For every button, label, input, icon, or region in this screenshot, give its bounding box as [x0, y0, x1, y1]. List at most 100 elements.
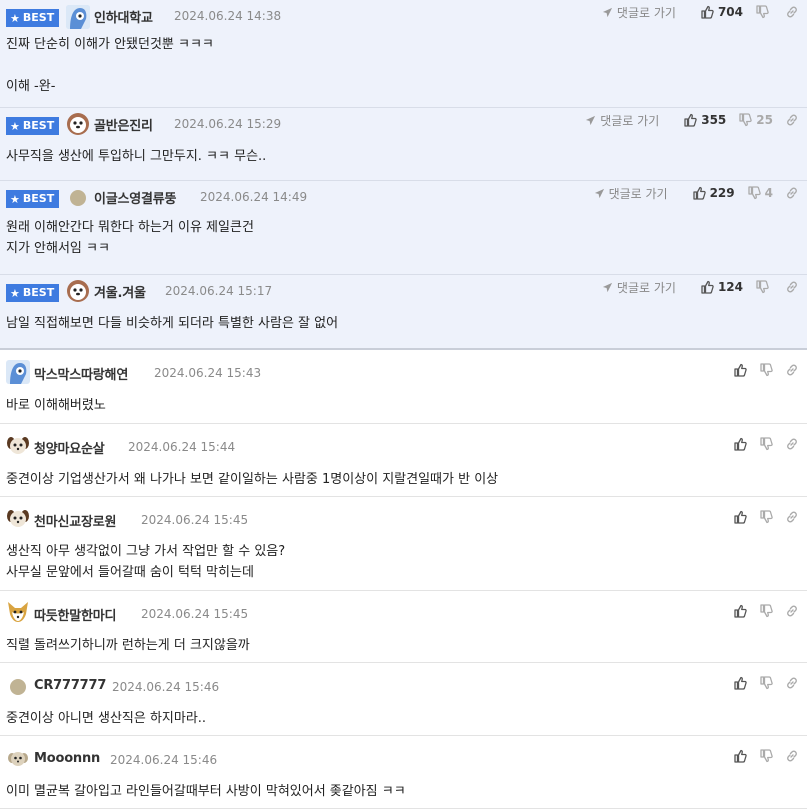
- link-icon: [785, 363, 799, 377]
- like-button[interactable]: 124: [700, 280, 743, 294]
- reply-link[interactable]: 댓글로 가기: [594, 185, 668, 202]
- share-link-button[interactable]: [785, 749, 799, 763]
- avatar: [66, 5, 90, 29]
- share-link-button[interactable]: [785, 113, 799, 127]
- dislike-button[interactable]: [759, 749, 773, 763]
- thumbs-down-icon: [759, 437, 773, 451]
- nickname[interactable]: 겨울.겨울: [94, 282, 146, 301]
- comment-text: 이미 멸균복 갈아입고 라인들어갈때부터 사방이 막혀있어서 좆같아짐 ㅋㅋ: [6, 784, 406, 799]
- reply-arrow-icon: [594, 188, 605, 199]
- link-icon: [785, 604, 799, 618]
- like-button[interactable]: [733, 676, 747, 690]
- avatar: [66, 111, 90, 135]
- best-comment: ★ BEST 겨울.겨울 2024.06.24 15:17 댓글로 가기 124 …: [0, 275, 807, 350]
- dislike-button[interactable]: [759, 437, 773, 451]
- star-icon: ★: [10, 286, 20, 300]
- like-button[interactable]: 355: [683, 113, 726, 127]
- dislike-button[interactable]: [759, 363, 773, 377]
- link-icon: [785, 437, 799, 451]
- thumbs-up-icon: [733, 363, 747, 377]
- panda-avatar-icon: [67, 113, 89, 135]
- reply-arrow-icon: [602, 7, 613, 18]
- comment-date: 2024.06.24 15:17: [165, 284, 273, 298]
- dislike-button[interactable]: [759, 604, 773, 618]
- dislike-button[interactable]: 25: [738, 113, 773, 127]
- nickname[interactable]: CR777777: [34, 678, 106, 693]
- like-count: 704: [717, 5, 743, 19]
- like-button[interactable]: [733, 363, 747, 377]
- comment-date: 2024.06.24 15:46: [112, 680, 220, 694]
- share-link-button[interactable]: [785, 510, 799, 524]
- comment: 따듯한말한마디 2024.06.24 15:45 직렬 돌려쓰기하니까 런하는게…: [0, 591, 807, 663]
- comment: 천마신교장로원 2024.06.24 15:45 생산직 아무 생각없이 그냥 …: [0, 497, 807, 591]
- share-link-button[interactable]: [785, 363, 799, 377]
- avatar: [6, 600, 30, 624]
- nickname[interactable]: 막스막스따랑해연: [34, 364, 128, 383]
- share-link-button[interactable]: [785, 5, 799, 19]
- reply-arrow-icon: [602, 282, 613, 293]
- thumbs-up-icon: [733, 749, 747, 763]
- share-link-button[interactable]: [785, 437, 799, 451]
- link-icon: [785, 676, 799, 690]
- comment: CR777777 2024.06.24 15:46 중견이상 아니면 생산직은 …: [0, 663, 807, 736]
- link-icon: [785, 113, 799, 127]
- nickname[interactable]: 청양마요순살: [34, 438, 105, 457]
- like-button[interactable]: [733, 749, 747, 763]
- best-badge: ★ BEST: [6, 284, 60, 302]
- comment: 청양마요순살 2024.06.24 15:44 중견이상 기업생산가서 왜 나가…: [0, 424, 807, 497]
- dislike-button[interactable]: 4: [747, 186, 773, 200]
- like-button[interactable]: [733, 604, 747, 618]
- star-icon: ★: [10, 192, 20, 206]
- reply-link[interactable]: 댓글로 가기: [602, 4, 676, 21]
- avatar: [6, 433, 30, 457]
- comment-date: 2024.06.24 15:43: [154, 366, 262, 380]
- panda-avatar-icon: [67, 280, 89, 302]
- blue-character-avatar-icon: [6, 360, 30, 384]
- fox-avatar-icon: [8, 602, 28, 622]
- thumbs-down-icon: [738, 113, 752, 127]
- nickname[interactable]: 이글스영결류뚱: [94, 188, 177, 207]
- comment-text: 바로 이해해버렸노: [6, 398, 106, 413]
- comment-text: 진짜 단순히 이해가 안됐던것뿐 ㅋㅋㅋ 이해 -완-: [6, 37, 214, 94]
- thumbs-up-icon: [733, 676, 747, 690]
- nickname[interactable]: 따듯한말한마디: [34, 605, 117, 624]
- puppy-avatar-icon: [7, 437, 29, 454]
- avatar: [6, 506, 30, 530]
- share-link-button[interactable]: [785, 676, 799, 690]
- nickname[interactable]: 골반은진리: [94, 115, 153, 134]
- like-button[interactable]: [733, 510, 747, 524]
- comment-date: 2024.06.24 15:29: [174, 117, 282, 131]
- comment-text: 생산직 아무 생각없이 그냥 가서 작업만 할 수 있음? 사무실 문앞에서 들…: [6, 544, 286, 580]
- share-link-button[interactable]: [785, 186, 799, 200]
- thumbs-up-icon: [700, 280, 714, 294]
- link-icon: [785, 186, 799, 200]
- dislike-button[interactable]: [755, 280, 773, 294]
- nickname[interactable]: 천마신교장로원: [34, 511, 117, 530]
- share-link-button[interactable]: [785, 280, 799, 294]
- nickname[interactable]: 인하대학교: [94, 7, 153, 26]
- best-badge: ★ BEST: [6, 117, 60, 135]
- nickname[interactable]: Mooonnn: [34, 751, 100, 766]
- dislike-button[interactable]: [759, 510, 773, 524]
- reply-arrow-icon: [585, 115, 596, 126]
- thumbs-down-icon: [755, 280, 769, 294]
- share-link-button[interactable]: [785, 604, 799, 618]
- like-button[interactable]: 229: [692, 186, 735, 200]
- thumbs-down-icon: [759, 510, 773, 524]
- comment-date: 2024.06.24 15:44: [128, 440, 236, 454]
- comment: Mooonnn 2024.06.24 15:46 이미 멸균복 갈아입고 라인들…: [0, 736, 807, 809]
- best-comment: ★ BEST 인하대학교 2024.06.24 14:38 댓글로 가기 704 …: [0, 0, 807, 108]
- comment-text: 남일 직접해보면 다들 비슷하게 되더라 특별한 사람은 잘 없어: [6, 316, 339, 331]
- dislike-button[interactable]: [759, 676, 773, 690]
- dislike-count: 4: [764, 186, 773, 200]
- comment-date: 2024.06.24 14:38: [174, 9, 282, 23]
- reply-link[interactable]: 댓글로 가기: [585, 112, 659, 129]
- reply-link[interactable]: 댓글로 가기: [602, 279, 676, 296]
- dislike-button[interactable]: [755, 5, 773, 19]
- best-badge: ★ BEST: [6, 9, 60, 27]
- link-icon: [785, 280, 799, 294]
- best-comment: ★ BEST 이글스영결류뚱 2024.06.24 14:49 댓글로 가기 22…: [0, 181, 807, 275]
- like-button[interactable]: [733, 437, 747, 451]
- best-badge: ★ BEST: [6, 190, 60, 208]
- like-button[interactable]: 704: [700, 5, 743, 19]
